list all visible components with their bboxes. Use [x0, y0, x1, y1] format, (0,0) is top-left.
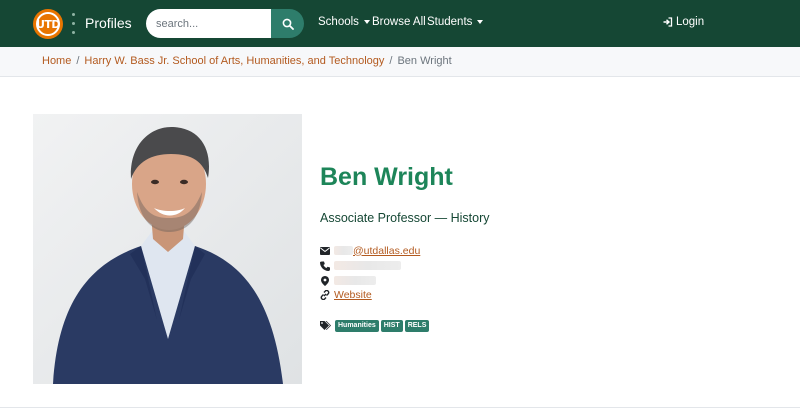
- search-form: [146, 9, 304, 38]
- envelope-icon: [320, 246, 330, 256]
- breadcrumb-bar: Home / Harry W. Bass Jr. School of Arts, H…: [0, 47, 800, 77]
- phone-redaction: [334, 261, 401, 270]
- profile-name: Ben Wright: [320, 163, 453, 191]
- email-redaction: [334, 246, 353, 255]
- website-link[interactable]: Website: [334, 289, 372, 301]
- breadcrumb: Home / Harry W. Bass Jr. School of Arts, H…: [42, 55, 452, 67]
- page-divider: [0, 407, 800, 408]
- email-link[interactable]: @utdallas.edu: [353, 245, 420, 257]
- utd-logo[interactable]: UTD: [33, 9, 63, 39]
- search-button[interactable]: [271, 9, 304, 38]
- profile-photo: [33, 114, 302, 384]
- top-navbar: UTD Profiles Schools Browse All Students…: [0, 0, 800, 47]
- link-icon: [320, 289, 330, 300]
- profile-title: Associate Professor — History: [320, 211, 490, 225]
- browse-all-link[interactable]: Browse All: [372, 16, 426, 28]
- breadcrumb-current: Ben Wright: [397, 55, 452, 67]
- tag-badge[interactable]: HIST: [380, 320, 403, 332]
- sign-in-icon: [663, 17, 673, 27]
- schools-dropdown[interactable]: Schools: [318, 16, 370, 28]
- search-icon: [282, 18, 294, 30]
- tags-row: Humanities HIST RELS: [320, 320, 430, 332]
- email-row: @utdallas.edu: [320, 244, 420, 257]
- schools-label: Schools: [318, 16, 359, 28]
- phone-icon: [320, 261, 330, 271]
- students-dropdown[interactable]: Students: [427, 16, 484, 28]
- tag-badge[interactable]: RELS: [404, 320, 430, 332]
- breadcrumb-school[interactable]: Harry W. Bass Jr. School of Arts, Humani…: [84, 55, 384, 67]
- login-link[interactable]: Login: [663, 16, 704, 28]
- tag-badge[interactable]: Humanities: [335, 320, 379, 332]
- login-label: Login: [676, 16, 705, 28]
- caret-down-icon: [477, 19, 484, 24]
- phone-row: [320, 259, 401, 272]
- tags-icon: [320, 321, 332, 331]
- search-input[interactable]: [146, 9, 271, 38]
- website-row: Website: [320, 288, 372, 301]
- location-redaction: [334, 276, 376, 285]
- map-marker-icon: [320, 275, 330, 286]
- breadcrumb-home[interactable]: Home: [42, 55, 71, 67]
- brand-title[interactable]: Profiles: [85, 15, 132, 31]
- location-row: [320, 274, 376, 287]
- logo-text: UTD: [36, 12, 61, 36]
- caret-down-icon: [363, 19, 370, 24]
- students-label: Students: [427, 16, 473, 28]
- divider-dots: [72, 13, 75, 34]
